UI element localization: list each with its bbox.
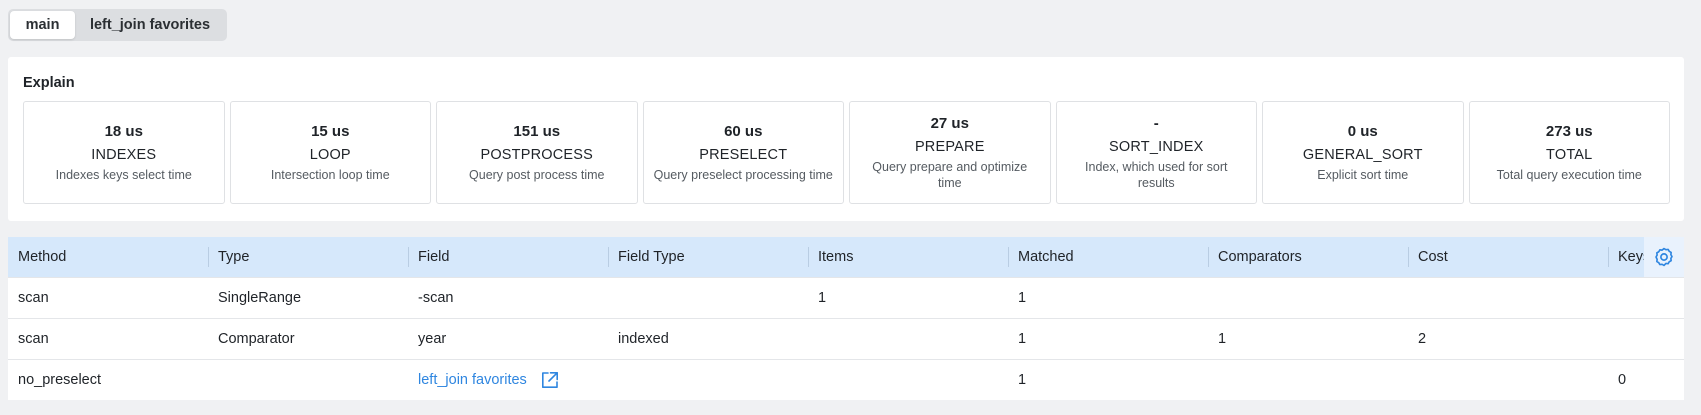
- card-value: 0 us: [1347, 123, 1378, 140]
- column-header-cost[interactable]: Cost: [1408, 237, 1608, 277]
- explain-card-loop: 15 us LOOP Intersection loop time: [229, 101, 431, 204]
- card-name: PRESELECT: [699, 147, 788, 163]
- table-row: scan SingleRange -scan 1 1: [8, 277, 1684, 318]
- cell-matched: 1: [1018, 331, 1027, 347]
- explain-panel: Explain 18 us INDEXES Indexes keys selec…: [8, 57, 1684, 221]
- table-row: no_preselect left_join favorites 1 0: [8, 359, 1684, 400]
- gear-icon: [1655, 247, 1673, 267]
- card-desc: Total query execution time: [1496, 168, 1642, 182]
- card-name: POSTPROCESS: [480, 147, 594, 163]
- table-row: scan Comparator year indexed 1 1 2: [8, 318, 1684, 359]
- column-header-matched[interactable]: Matched: [1008, 237, 1208, 277]
- card-desc: Explicit sort time: [1317, 168, 1409, 182]
- cell-matched: 1: [1018, 372, 1027, 388]
- explain-card-postprocess: 151 us POSTPROCESS Query post process ti…: [436, 101, 638, 204]
- cell-keys: [1608, 278, 1684, 318]
- column-header-field[interactable]: Field: [408, 237, 608, 277]
- card-value: 151 us: [513, 123, 561, 140]
- card-name: SORT_INDEX: [1109, 139, 1204, 155]
- cell-field: left_join favorites: [408, 360, 608, 400]
- cell-keys: [1608, 319, 1684, 359]
- cell-field: year: [418, 331, 447, 347]
- cell-field-type: [608, 278, 808, 318]
- arrow-up-right-icon[interactable]: [541, 371, 559, 389]
- card-value: 60 us: [724, 123, 763, 140]
- cell-field-type: [608, 360, 808, 400]
- explain-card-general-sort: 0 us GENERAL_SORT Explicit sort time: [1262, 101, 1464, 204]
- card-desc: Query post process time: [469, 168, 605, 182]
- column-header-method[interactable]: Method: [8, 237, 208, 277]
- cell-items: [808, 360, 1008, 400]
- card-value: 15 us: [311, 123, 350, 140]
- explain-card-preselect: 60 us PRESELECT Query preselect processi…: [642, 101, 844, 204]
- cell-comparators: [1208, 278, 1408, 318]
- card-name: INDEXES: [91, 147, 157, 163]
- card-desc: Intersection loop time: [270, 168, 390, 182]
- cell-items: 1: [818, 290, 827, 306]
- cell-cost: [1408, 278, 1608, 318]
- card-value: 18 us: [104, 123, 143, 140]
- explain-card-indexes: 18 us INDEXES Indexes keys select time: [23, 101, 225, 204]
- card-desc: Query preselect processing time: [653, 168, 833, 182]
- cell-comparators: 1: [1218, 331, 1227, 347]
- cell-field: -scan: [418, 290, 454, 306]
- card-desc: Query prepare and optimize time: [872, 160, 1028, 190]
- explain-table: Method Type Field Field Type Items Match…: [8, 237, 1684, 400]
- cell-keys: 0: [1618, 372, 1627, 388]
- card-value: 27 us: [930, 115, 969, 132]
- cell-field-type: indexed: [618, 331, 669, 347]
- cell-method: no_preselect: [18, 372, 102, 388]
- card-name: PREPARE: [914, 139, 985, 155]
- cell-type: [208, 360, 408, 400]
- cell-cost: [1408, 360, 1608, 400]
- cell-type: Comparator: [218, 331, 295, 347]
- table-header: Method Type Field Field Type Items Match…: [8, 237, 1684, 277]
- cell-comparators: [1208, 360, 1408, 400]
- left-join-favorites-link[interactable]: left_join favorites: [418, 372, 527, 388]
- column-header-type[interactable]: Type: [208, 237, 408, 277]
- column-header-field-type[interactable]: Field Type: [608, 237, 808, 277]
- tab-main[interactable]: main: [10, 11, 75, 39]
- card-name: TOTAL: [1546, 147, 1593, 163]
- explain-card-total: 273 us TOTAL Total query execution time: [1468, 101, 1670, 204]
- table-settings-button[interactable]: [1644, 237, 1684, 277]
- card-desc: Index, which used for sort results: [1085, 160, 1228, 190]
- explain-title: Explain: [23, 75, 75, 91]
- card-name: GENERAL_SORT: [1302, 147, 1423, 163]
- tab-left-join-favorites[interactable]: left_join favorites: [77, 9, 227, 41]
- explain-card-sort-index: - SORT_INDEX Index, which used for sort …: [1055, 101, 1257, 204]
- cell-method: scan: [18, 331, 49, 347]
- column-header-items[interactable]: Items: [808, 237, 1008, 277]
- cell-items: [808, 319, 1008, 359]
- cell-type: SingleRange: [218, 290, 302, 306]
- card-name: LOOP: [309, 147, 351, 163]
- card-value: 273 us: [1545, 123, 1593, 140]
- cell-method: scan: [18, 290, 49, 306]
- cell-matched: 1: [1018, 290, 1027, 306]
- card-value: -: [1153, 115, 1159, 132]
- explain-card-prepare: 27 us PREPARE Query prepare and optimize…: [849, 101, 1051, 204]
- cell-cost: 2: [1418, 331, 1427, 347]
- explain-cards: 18 us INDEXES Indexes keys select time 1…: [23, 101, 1670, 204]
- column-header-comparators[interactable]: Comparators: [1208, 237, 1408, 277]
- card-desc: Indexes keys select time: [55, 168, 192, 182]
- query-tabs: main left_join favorites: [8, 9, 227, 41]
